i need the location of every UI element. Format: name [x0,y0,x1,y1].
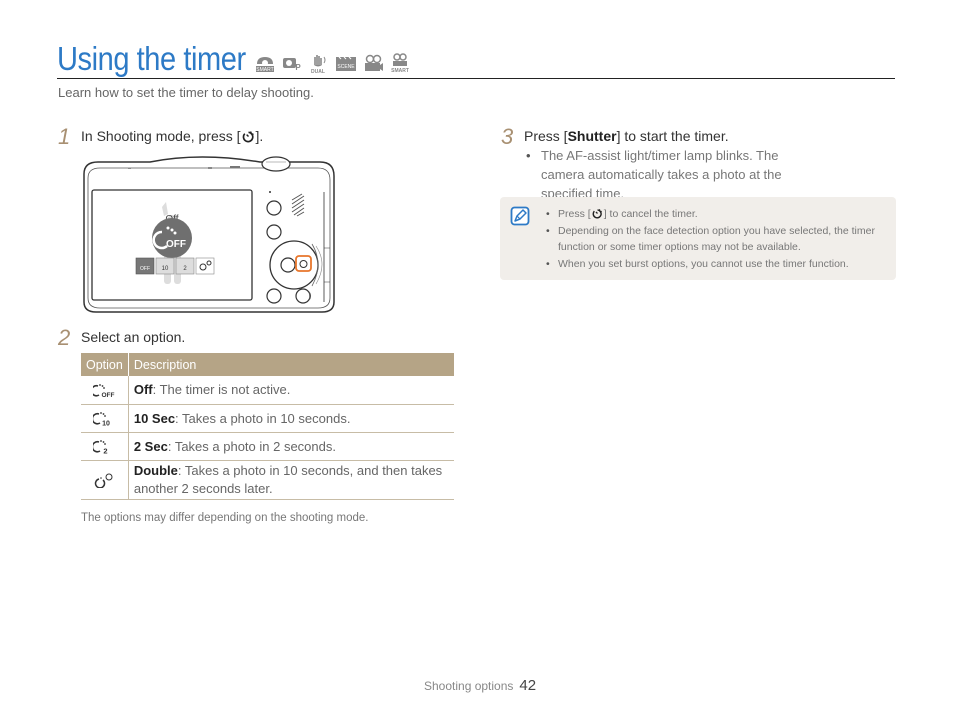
timer-off-large-icon [152,218,192,258]
svg-text:2: 2 [104,447,108,455]
note-text-before: Press [ [558,208,591,220]
svg-text:P: P [295,63,301,72]
step-1-number: 1 [58,124,71,149]
smart-movie-mode-icon: SMART [391,53,409,74]
options-table: Option Description OFF Off: The timer is… [81,353,454,500]
option-name: 10 Sec [133,410,176,426]
timer-button-highlight [295,255,312,272]
option-text: : Takes a photo in 10 seconds, and then … [133,462,443,496]
timer-double-icon [95,473,113,489]
note-text-after: ] to cancel the timer. [603,208,698,220]
timer-2sec-icon: 2 [93,440,108,455]
svg-text:OFF: OFF [166,239,186,250]
step-1-text-after: ]. [255,128,264,144]
svg-text:DUAL: DUAL [311,69,325,74]
page-footer: Shooting options 42 [424,677,536,694]
title-divider [57,78,895,79]
svg-text:OFF: OFF [102,392,115,398]
svg-text:SMART: SMART [256,67,273,73]
step-1-text-before: In Shooting mode, press [ [81,128,241,144]
option-description: Double: Takes a photo in 10 seconds, and… [128,460,454,500]
option-description: 10 Sec: Takes a photo in 10 seconds. [128,404,454,433]
footer-section: Shooting options [424,679,514,693]
column-header-description: Description [128,353,454,376]
program-mode-icon: P [283,58,301,72]
table-row: 10 10 Sec: Takes a photo in 10 seconds. [81,404,454,433]
page-number: 42 [519,677,537,694]
table-footnote: The options may differ depending on the … [81,512,369,524]
option-description: Off: The timer is not active. [128,376,454,405]
note-item: When you set burst options, you cannot u… [545,256,890,272]
option-name: 2 Sec [133,438,168,454]
option-text: : Takes a photo in 10 seconds. [175,410,351,426]
column-header-option: Option [81,353,129,376]
smart-auto-mode-icon: SMART [256,57,274,73]
option-name: Off [133,382,153,398]
svg-text:SMART: SMART [391,68,409,74]
screen-option-double-icon [195,257,215,275]
step-2-number: 2 [58,325,71,350]
page-subtitle: Learn how to set the timer to delay shoo… [58,85,314,100]
note-item: Press [ ] to cancel the timer. [545,206,890,222]
option-text: : The timer is not active. [152,382,291,398]
timer-icon [242,131,254,143]
movie-mode-icon [365,54,383,71]
table-header-row: Option Description [81,353,454,376]
table-row: 2 2 Sec: Takes a photo in 2 seconds. [81,432,454,461]
svg-text:OFF: OFF [140,266,150,272]
step-3-text-before: Press [ [524,128,568,144]
timer-off-icon: OFF [93,384,115,398]
timer-10sec-icon: 10 [93,412,111,427]
scene-mode-icon: SCENE [336,56,356,71]
step-3-text: Press [Shutter] to start the timer. [524,128,729,144]
shutter-label: Shutter [567,128,617,144]
dual-is-mode-icon: DUAL [311,55,326,74]
table-row: Double: Takes a photo in 10 seconds, and… [81,460,454,500]
timer-icon [592,209,602,219]
mode-icons: SMART P DUAL SCENE SMART [254,52,411,74]
step-3-bullets: The AF-assist light/timer lamp blinks. T… [525,146,825,203]
note-pencil-icon [510,206,530,226]
step-3-number: 3 [501,124,514,149]
step-1-text: In Shooting mode, press []. [81,128,263,144]
step-3-text-after: ] to start the timer. [616,128,729,144]
option-text: : Takes a photo in 2 seconds. [167,438,336,454]
note-box: Press [ ] to cancel the timer. Depending … [500,197,896,280]
camera-illustration: Off OFF OFF 10 2 [83,156,335,313]
step-3-bullet: The AF-assist light/timer lamp blinks. T… [525,146,825,203]
svg-text:SCENE: SCENE [337,64,355,70]
note-item: Depending on the face detection option y… [545,223,890,255]
table-row: OFF Off: The timer is not active. [81,376,454,405]
svg-text:10: 10 [162,266,169,272]
option-description: 2 Sec: Takes a photo in 2 seconds. [128,432,454,461]
svg-text:10: 10 [103,421,111,427]
step-2-text: Select an option. [81,329,186,345]
option-name: Double [133,462,178,478]
page-title: Using the timer [57,40,246,77]
note-list: Press [ ] to cancel the timer. Depending … [545,206,890,273]
